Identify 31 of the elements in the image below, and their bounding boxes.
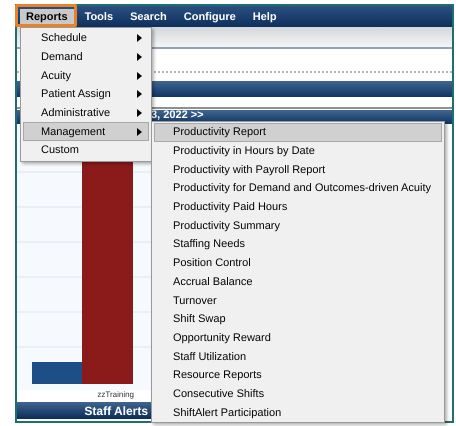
menu-title[interactable]: Search [124, 8, 173, 24]
menu-item[interactable]: ShiftAlert Participation [154, 403, 442, 422]
menu-item[interactable]: Resource Reports [154, 366, 442, 385]
menu-item[interactable]: Turnover [154, 291, 442, 310]
menu-item[interactable]: Custom [23, 141, 149, 160]
menu-item[interactable]: Staff Utilization [154, 347, 442, 366]
menu-item[interactable]: Schedule [23, 29, 149, 48]
menu-item[interactable]: Productivity Report [154, 123, 442, 142]
menu-title[interactable]: Tools [78, 8, 120, 24]
menu-item[interactable]: Staffing Needs [154, 235, 442, 254]
menu-item[interactable]: Patient Assign [23, 85, 149, 104]
menu-item[interactable]: Accrual Balance [154, 272, 442, 292]
menu-item[interactable]: Productivity for Demand and Outcomes-driven Acuity [154, 179, 442, 198]
menu-item[interactable]: Acuity [23, 66, 149, 86]
menu-title[interactable]: Help [246, 8, 283, 24]
menu-item[interactable]: Consecutive Shifts [154, 384, 442, 404]
menu-item[interactable]: Demand [23, 48, 149, 66]
menu-item[interactable]: Productivity with Payroll Report [154, 160, 442, 180]
menu-title[interactable]: Configure [178, 8, 242, 24]
date-nav-link[interactable]: 3, 2022 >> [151, 110, 204, 121]
menu-item[interactable]: Productivity Summary [154, 216, 442, 236]
menu-item[interactable]: Productivity in Hours by Date [154, 142, 442, 160]
menu-item[interactable]: Administrative [23, 104, 149, 122]
menu-item[interactable]: Shift Swap [154, 310, 442, 329]
staff-alerts-title: Staff Alerts [84, 404, 148, 418]
axis-label: zzTraining [97, 390, 134, 401]
menu-item[interactable]: Position Control [154, 254, 442, 272]
menu-title[interactable]: Reports [20, 8, 74, 24]
menu-item[interactable]: Productivity Paid Hours [154, 198, 442, 216]
menu-item[interactable]: Management [23, 122, 149, 142]
menu-item[interactable]: Opportunity Reward [154, 328, 442, 348]
